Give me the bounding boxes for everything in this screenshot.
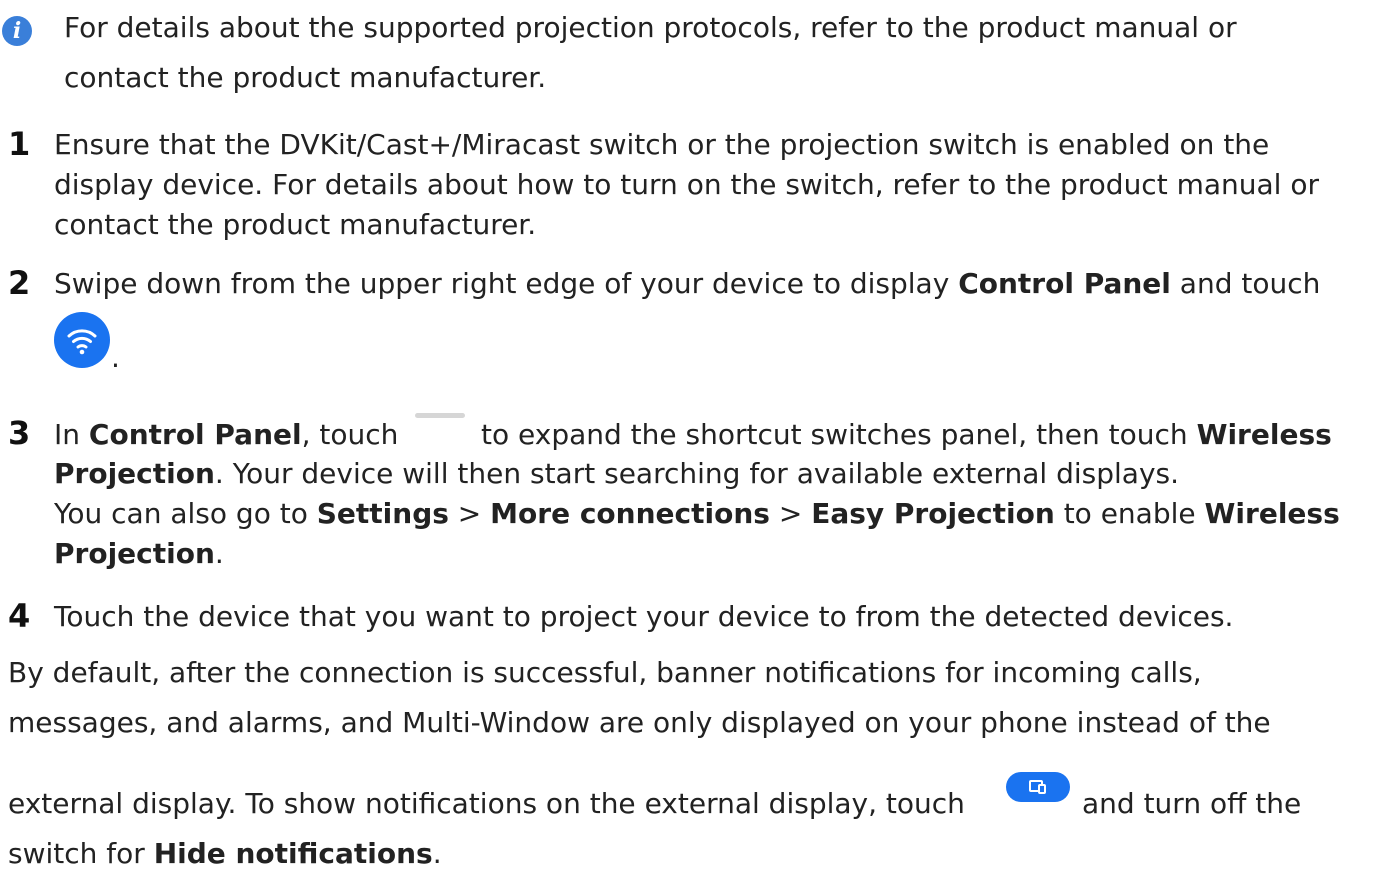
separator: > <box>769 497 812 530</box>
projection-label: Projection <box>54 457 215 490</box>
step-number: 4 <box>8 597 31 635</box>
step-3-text: to expand the shortcut switches panel, t… <box>481 418 1197 451</box>
step-3-line-1b: to expand the shortcut switches panel, t… <box>481 417 1332 453</box>
info-icon: i <box>2 16 32 46</box>
expand-handle-icon <box>415 413 465 418</box>
hide-notifications-label: Hide notifications <box>153 837 433 870</box>
footer-text: switch for <box>8 837 154 870</box>
step-2-text-after: and touch <box>1170 267 1321 300</box>
footer-line-3a: external display. To show notifications … <box>8 787 965 820</box>
step-3-text: In <box>54 418 89 451</box>
projection-icon <box>1006 772 1070 802</box>
more-connections-label: More connections <box>490 497 770 530</box>
step-3-text: to enable <box>1054 497 1205 530</box>
separator: > <box>448 497 491 530</box>
footer-line-2: messages, and alarms, and Multi-Window a… <box>8 706 1271 739</box>
footer-text: . <box>432 837 442 870</box>
step-3-line-1a: In Control Panel, touch <box>54 417 398 453</box>
control-panel-label: Control Panel <box>88 418 302 451</box>
step-3-text: . Your device will then start searching … <box>214 457 1180 490</box>
step-number: 2 <box>8 264 31 302</box>
wireless-label: Wireless <box>1196 418 1332 451</box>
note-line-2: contact the product manufacturer. <box>64 61 547 94</box>
step-3-text: , touch <box>301 418 399 451</box>
step-4-line-1: Touch the device that you want to projec… <box>54 600 1234 633</box>
step-3-text: . <box>214 537 224 570</box>
step-number: 1 <box>8 125 31 163</box>
step-3-line-2: Projection. Your device will then start … <box>54 456 1179 492</box>
wireless-label: Wireless <box>1204 497 1340 530</box>
footer-line-1: By default, after the connection is succ… <box>8 656 1202 689</box>
step-1-line-3: contact the product manufacturer. <box>54 208 537 241</box>
step-1-line-2: display device. For details about how to… <box>54 168 1319 201</box>
projection-label: Projection <box>54 537 215 570</box>
footer-line-3b: and turn off the <box>1082 787 1302 820</box>
step-2-line-1: Swipe down from the upper right edge of … <box>54 266 1320 302</box>
easy-projection-label: Easy Projection <box>811 497 1055 530</box>
note-line-1: For details about the supported projecti… <box>64 11 1237 44</box>
step-number: 3 <box>8 414 31 452</box>
step-1-line-1: Ensure that the DVKit/Cast+/Miracast swi… <box>54 128 1270 161</box>
settings-label: Settings <box>316 497 449 530</box>
step-3-line-4: Projection. <box>54 536 224 572</box>
footer-line-4: switch for Hide notifications. <box>8 836 442 872</box>
step-3-line-3: You can also go to Settings > More conne… <box>54 496 1340 532</box>
control-panel-label: Control Panel <box>958 267 1171 300</box>
wifi-icon <box>54 312 110 368</box>
step-2-text: Swipe down from the upper right edge of … <box>54 267 959 300</box>
step-3-text: You can also go to <box>54 497 317 530</box>
step-2-period: . <box>111 341 120 374</box>
